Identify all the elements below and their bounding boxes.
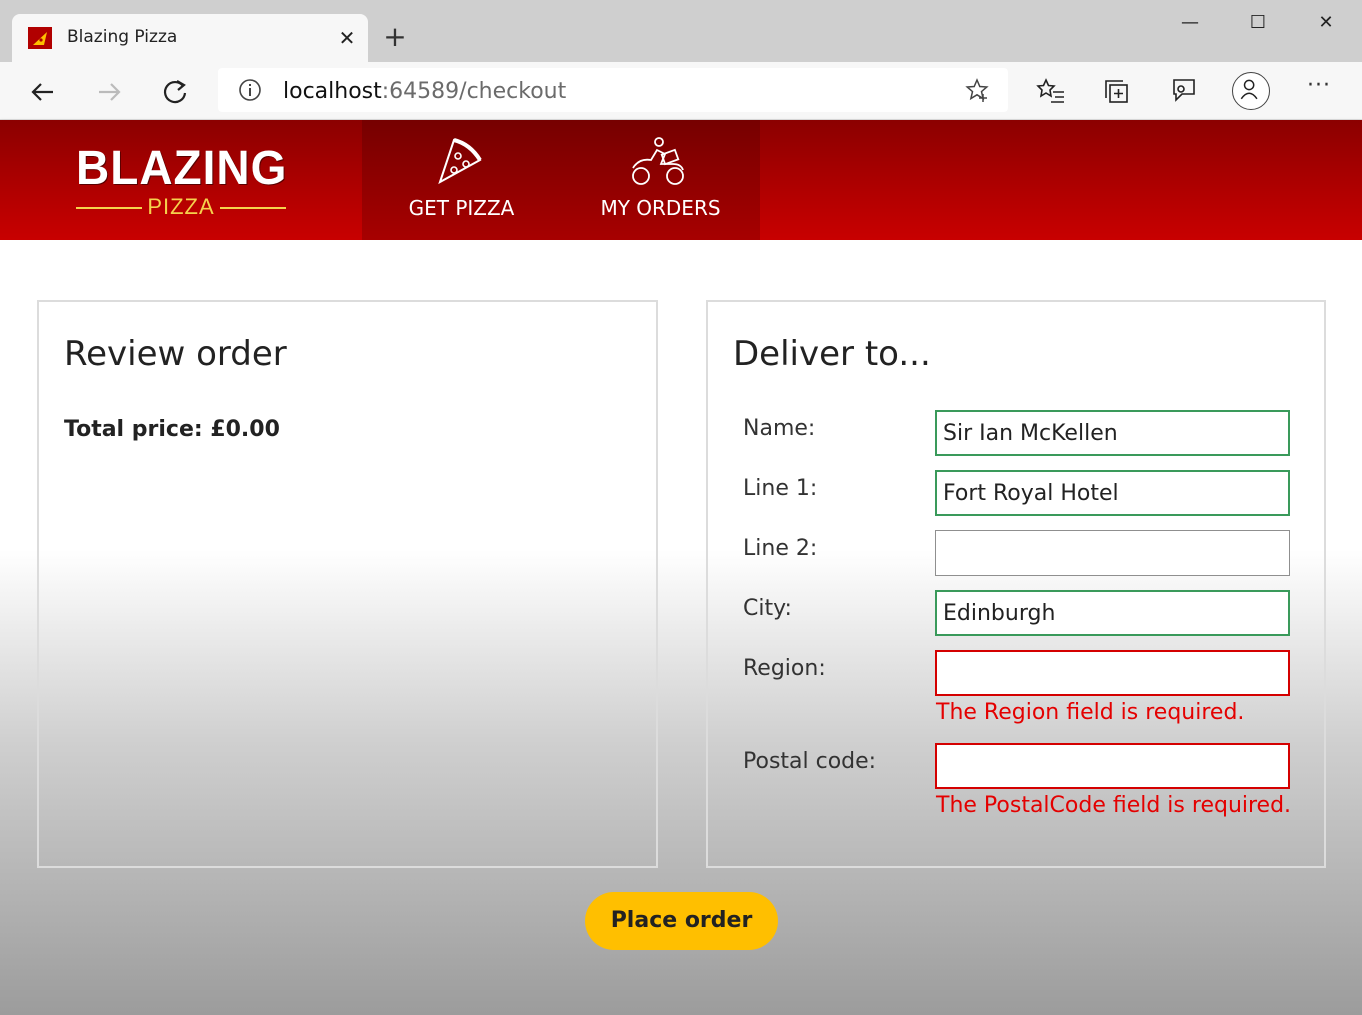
site-info-icon[interactable] — [238, 78, 262, 102]
nav-get-pizza-label: GET PIZZA — [408, 196, 515, 220]
review-order-title: Review order — [64, 334, 287, 374]
delivery-scooter-icon — [632, 137, 684, 185]
close-window-icon[interactable]: ✕ — [1306, 8, 1346, 38]
nav-get-pizza[interactable]: GET PIZZA — [362, 120, 561, 240]
name-field[interactable] — [935, 410, 1290, 456]
review-order-panel: Review order Total price: £0.00 — [37, 300, 658, 868]
profile-avatar-icon[interactable] — [1232, 72, 1270, 110]
postal-code-error: The PostalCode field is required. — [936, 793, 1292, 818]
line2-field[interactable] — [935, 530, 1290, 576]
nav-my-orders-label: MY ORDERS — [600, 196, 721, 220]
url-host: localhost — [283, 79, 382, 104]
postal-code-field[interactable] — [935, 743, 1290, 789]
logo-main-text: BLAZING — [76, 139, 288, 195]
minimize-icon[interactable]: — — [1170, 8, 1210, 38]
city-label: City: — [743, 596, 792, 621]
postal-code-label: Postal code: — [743, 749, 877, 774]
favorites-list-icon[interactable] — [1036, 76, 1066, 106]
url-text[interactable]: localhost:64589/checkout — [283, 79, 566, 104]
browser-toolbar: localhost:64589/checkout ··· — [0, 62, 1362, 120]
region-error: The Region field is required. — [936, 700, 1245, 725]
checkout-content: Review order Total price: £0.00 Deliver … — [0, 240, 1362, 1015]
region-label: Region: — [743, 656, 826, 681]
nav-my-orders[interactable]: MY ORDERS — [561, 120, 760, 240]
address-bar[interactable]: localhost:64589/checkout — [218, 68, 1008, 112]
feedback-icon[interactable] — [1168, 76, 1198, 106]
line2-label: Line 2: — [743, 536, 818, 561]
name-label: Name: — [743, 416, 816, 441]
blazing-pizza-logo[interactable]: BLAZING PIZZA — [76, 140, 286, 220]
line1-label: Line 1: — [743, 476, 818, 501]
refresh-icon[interactable] — [157, 74, 193, 110]
browser-titlebar: Blazing Pizza ✕ + — ☐ ✕ — [0, 0, 1362, 62]
city-field[interactable] — [935, 590, 1290, 636]
new-tab-icon[interactable]: + — [381, 23, 409, 52]
maximize-icon[interactable]: ☐ — [1238, 8, 1278, 38]
deliver-to-title: Deliver to... — [733, 334, 931, 374]
pizza-slice-icon — [438, 138, 482, 185]
pizza-favicon-icon — [28, 27, 52, 49]
tab-close-icon[interactable]: ✕ — [335, 26, 359, 50]
total-price: Total price: £0.00 — [64, 417, 280, 442]
collections-icon[interactable] — [1102, 76, 1132, 106]
app-header: BLAZING PIZZA GET PIZZA MY ORDERS — [0, 120, 1362, 240]
back-icon[interactable] — [25, 74, 61, 110]
more-menu-icon[interactable]: ··· — [1304, 74, 1334, 104]
url-path: :64589/checkout — [381, 79, 567, 104]
tab-title: Blazing Pizza — [67, 27, 178, 47]
browser-tab[interactable]: Blazing Pizza ✕ — [12, 14, 368, 62]
favorite-star-icon[interactable] — [964, 77, 990, 103]
logo-divider-right — [220, 207, 286, 209]
main-nav: GET PIZZA MY ORDERS — [362, 120, 760, 240]
region-field[interactable] — [935, 650, 1290, 696]
line1-field[interactable] — [935, 470, 1290, 516]
place-order-button[interactable]: Place order — [585, 892, 778, 950]
deliver-to-panel: Deliver to... Name: Line 1: Line 2: City… — [706, 300, 1326, 868]
forward-icon[interactable] — [91, 74, 127, 110]
